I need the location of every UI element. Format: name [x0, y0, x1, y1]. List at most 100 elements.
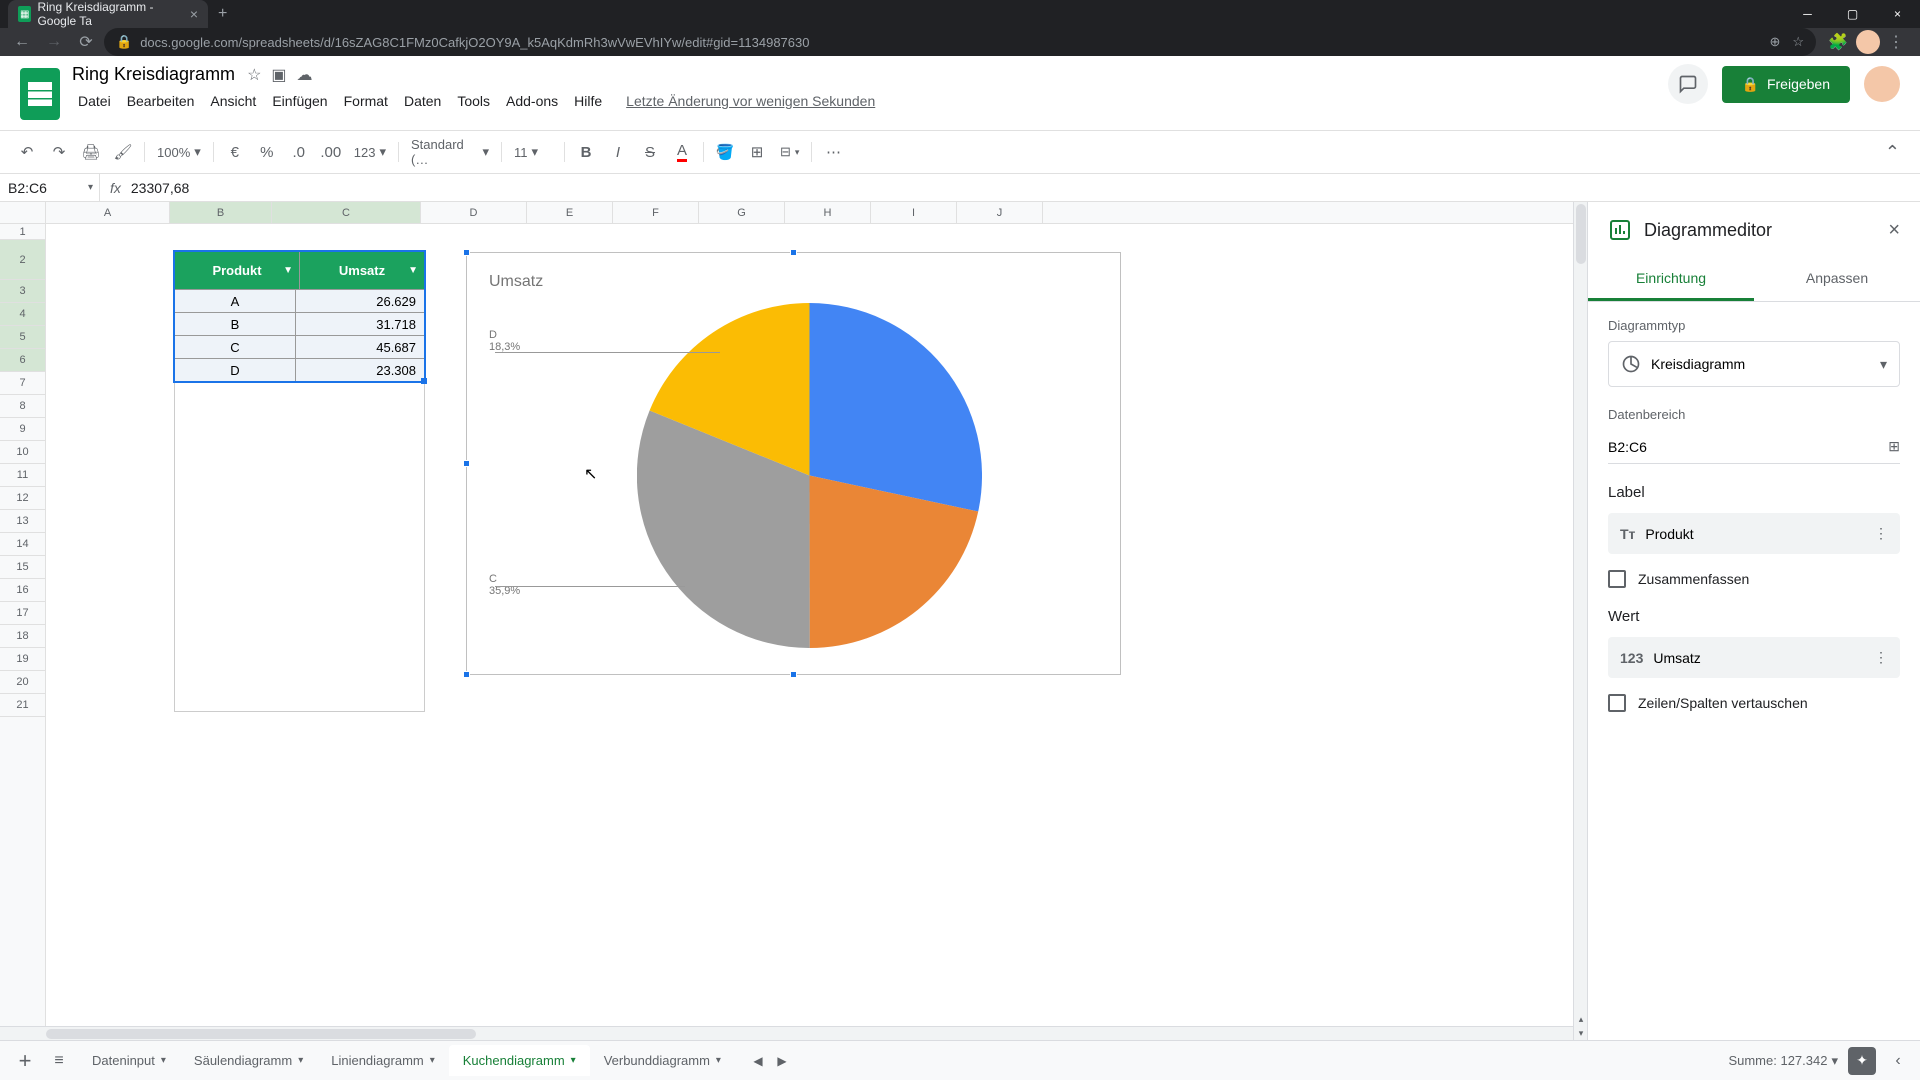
row-header[interactable]: 10: [0, 441, 45, 464]
name-box[interactable]: B2:C6 ▾: [0, 174, 100, 201]
row-header[interactable]: 2: [0, 240, 45, 280]
table-cell[interactable]: 45.687: [296, 336, 424, 358]
sum-indicator[interactable]: Summe: 127.342▾: [1728, 1053, 1838, 1069]
explore-button[interactable]: ✦: [1848, 1047, 1876, 1075]
menu-tools[interactable]: Tools: [451, 89, 496, 113]
column-header[interactable]: A: [46, 202, 170, 223]
tabs-scroll-left[interactable]: ◀: [747, 1050, 769, 1072]
column-header[interactable]: J: [957, 202, 1043, 223]
switch-rows-cols-checkbox[interactable]: Zeilen/Spalten vertauschen: [1608, 694, 1900, 712]
table-cell[interactable]: D: [175, 359, 296, 381]
user-avatar[interactable]: [1864, 66, 1900, 102]
label-menu-icon[interactable]: ⋮: [1874, 525, 1888, 542]
table-cell[interactable]: 23.308: [296, 359, 424, 381]
star-icon[interactable]: ☆: [1792, 34, 1804, 50]
menu-daten[interactable]: Daten: [398, 89, 447, 113]
sheet-tab[interactable]: Verbunddiagramm▾: [590, 1045, 735, 1076]
number-format-select[interactable]: 123▾: [348, 144, 392, 160]
move-icon[interactable]: ▣: [271, 65, 286, 85]
column-header[interactable]: E: [527, 202, 613, 223]
row-header[interactable]: 6: [0, 349, 45, 372]
row-header[interactable]: 5: [0, 326, 45, 349]
row-header[interactable]: 14: [0, 533, 45, 556]
side-panel-toggle[interactable]: ‹: [1886, 1049, 1910, 1073]
row-header[interactable]: 3: [0, 280, 45, 303]
menu-add-ons[interactable]: Add-ons: [500, 89, 564, 113]
row-header[interactable]: 11: [0, 464, 45, 487]
percent-button[interactable]: %: [252, 137, 282, 167]
maximize-button[interactable]: ▢: [1830, 0, 1875, 28]
horizontal-scrollbar[interactable]: [0, 1026, 1573, 1040]
row-header[interactable]: 4: [0, 303, 45, 326]
close-window-button[interactable]: ×: [1875, 0, 1920, 28]
menu-einfügen[interactable]: Einfügen: [266, 89, 333, 113]
menu-format[interactable]: Format: [338, 89, 394, 113]
sheets-logo[interactable]: [20, 68, 60, 120]
font-size-select[interactable]: 11▾: [508, 144, 558, 160]
text-color-button[interactable]: A: [667, 137, 697, 167]
grid-select-icon[interactable]: ⊞: [1888, 438, 1900, 455]
label-field[interactable]: Tт Produkt ⋮: [1608, 513, 1900, 554]
paint-format-button[interactable]: 🖌: [108, 137, 138, 167]
browser-tab[interactable]: ▦ Ring Kreisdiagramm - Google Ta ×: [8, 0, 208, 28]
comments-button[interactable]: [1668, 64, 1708, 104]
data-range-input[interactable]: B2:C6 ⊞: [1608, 430, 1900, 464]
aggregate-checkbox[interactable]: Zusammenfassen: [1608, 570, 1900, 588]
close-tab-icon[interactable]: ×: [190, 6, 198, 22]
sheet-tab[interactable]: Kuchendiagramm▾: [449, 1045, 590, 1076]
vertical-scrollbar[interactable]: ▴ ▾: [1573, 202, 1587, 1040]
new-tab-button[interactable]: +: [208, 5, 237, 23]
table-cell[interactable]: 26.629: [296, 290, 424, 312]
address-bar[interactable]: 🔒 docs.google.com/spreadsheets/d/16sZAG8…: [104, 28, 1816, 56]
redo-button[interactable]: ↷: [44, 137, 74, 167]
column-header-produkt[interactable]: Produkt▼: [175, 252, 300, 289]
italic-button[interactable]: I: [603, 137, 633, 167]
row-header[interactable]: 1: [0, 224, 45, 240]
column-header[interactable]: B: [170, 202, 272, 223]
column-header[interactable]: I: [871, 202, 957, 223]
sheet-tab[interactable]: Säulendiagramm▾: [180, 1045, 317, 1076]
all-sheets-button[interactable]: ≡: [44, 1046, 74, 1076]
select-all-corner[interactable]: [0, 202, 46, 223]
row-header[interactable]: 18: [0, 625, 45, 648]
zoom-icon[interactable]: ⊕: [1770, 34, 1781, 50]
zoom-select[interactable]: 100%▾: [151, 144, 207, 160]
merge-button[interactable]: ⊟▾: [774, 144, 805, 160]
strikethrough-button[interactable]: S: [635, 137, 665, 167]
table-cell[interactable]: B: [175, 313, 296, 335]
row-header[interactable]: 16: [0, 579, 45, 602]
row-header[interactable]: 12: [0, 487, 45, 510]
undo-button[interactable]: ↶: [12, 137, 42, 167]
row-header[interactable]: 7: [0, 372, 45, 395]
pie-chart[interactable]: Umsatz D18,3%: [466, 252, 1121, 675]
column-header[interactable]: G: [699, 202, 785, 223]
menu-ansicht[interactable]: Ansicht: [204, 89, 262, 113]
column-header[interactable]: C: [272, 202, 421, 223]
wert-field[interactable]: 123 Umsatz ⋮: [1608, 637, 1900, 678]
column-header[interactable]: H: [785, 202, 871, 223]
row-header[interactable]: 17: [0, 602, 45, 625]
row-header[interactable]: 19: [0, 648, 45, 671]
sheet-tab[interactable]: Liniendiagramm▾: [317, 1045, 449, 1076]
extensions-icon[interactable]: 🧩: [1828, 32, 1848, 52]
more-button[interactable]: ⋯: [818, 137, 848, 167]
column-header[interactable]: D: [421, 202, 527, 223]
table-cell[interactable]: C: [175, 336, 296, 358]
row-header[interactable]: 13: [0, 510, 45, 533]
reload-button[interactable]: ⟳: [72, 28, 100, 56]
column-header-umsatz[interactable]: Umsatz▼: [300, 252, 424, 289]
star-icon[interactable]: ☆: [247, 65, 261, 85]
borders-button[interactable]: ⊞: [742, 137, 772, 167]
increase-decimal-button[interactable]: .00: [316, 137, 346, 167]
wert-menu-icon[interactable]: ⋮: [1874, 649, 1888, 666]
tabs-scroll-right[interactable]: ▶: [771, 1050, 793, 1072]
print-button[interactable]: 🖨: [76, 137, 106, 167]
close-editor-button[interactable]: ×: [1888, 219, 1900, 242]
back-button[interactable]: ←: [8, 28, 36, 56]
row-header[interactable]: 15: [0, 556, 45, 579]
cloud-icon[interactable]: ☁: [297, 65, 313, 85]
tab-setup[interactable]: Einrichtung: [1588, 258, 1754, 301]
collapse-toolbar-button[interactable]: ⌃: [1877, 142, 1908, 163]
profile-avatar-small[interactable]: [1856, 30, 1880, 54]
fill-color-button[interactable]: 🪣: [710, 137, 740, 167]
